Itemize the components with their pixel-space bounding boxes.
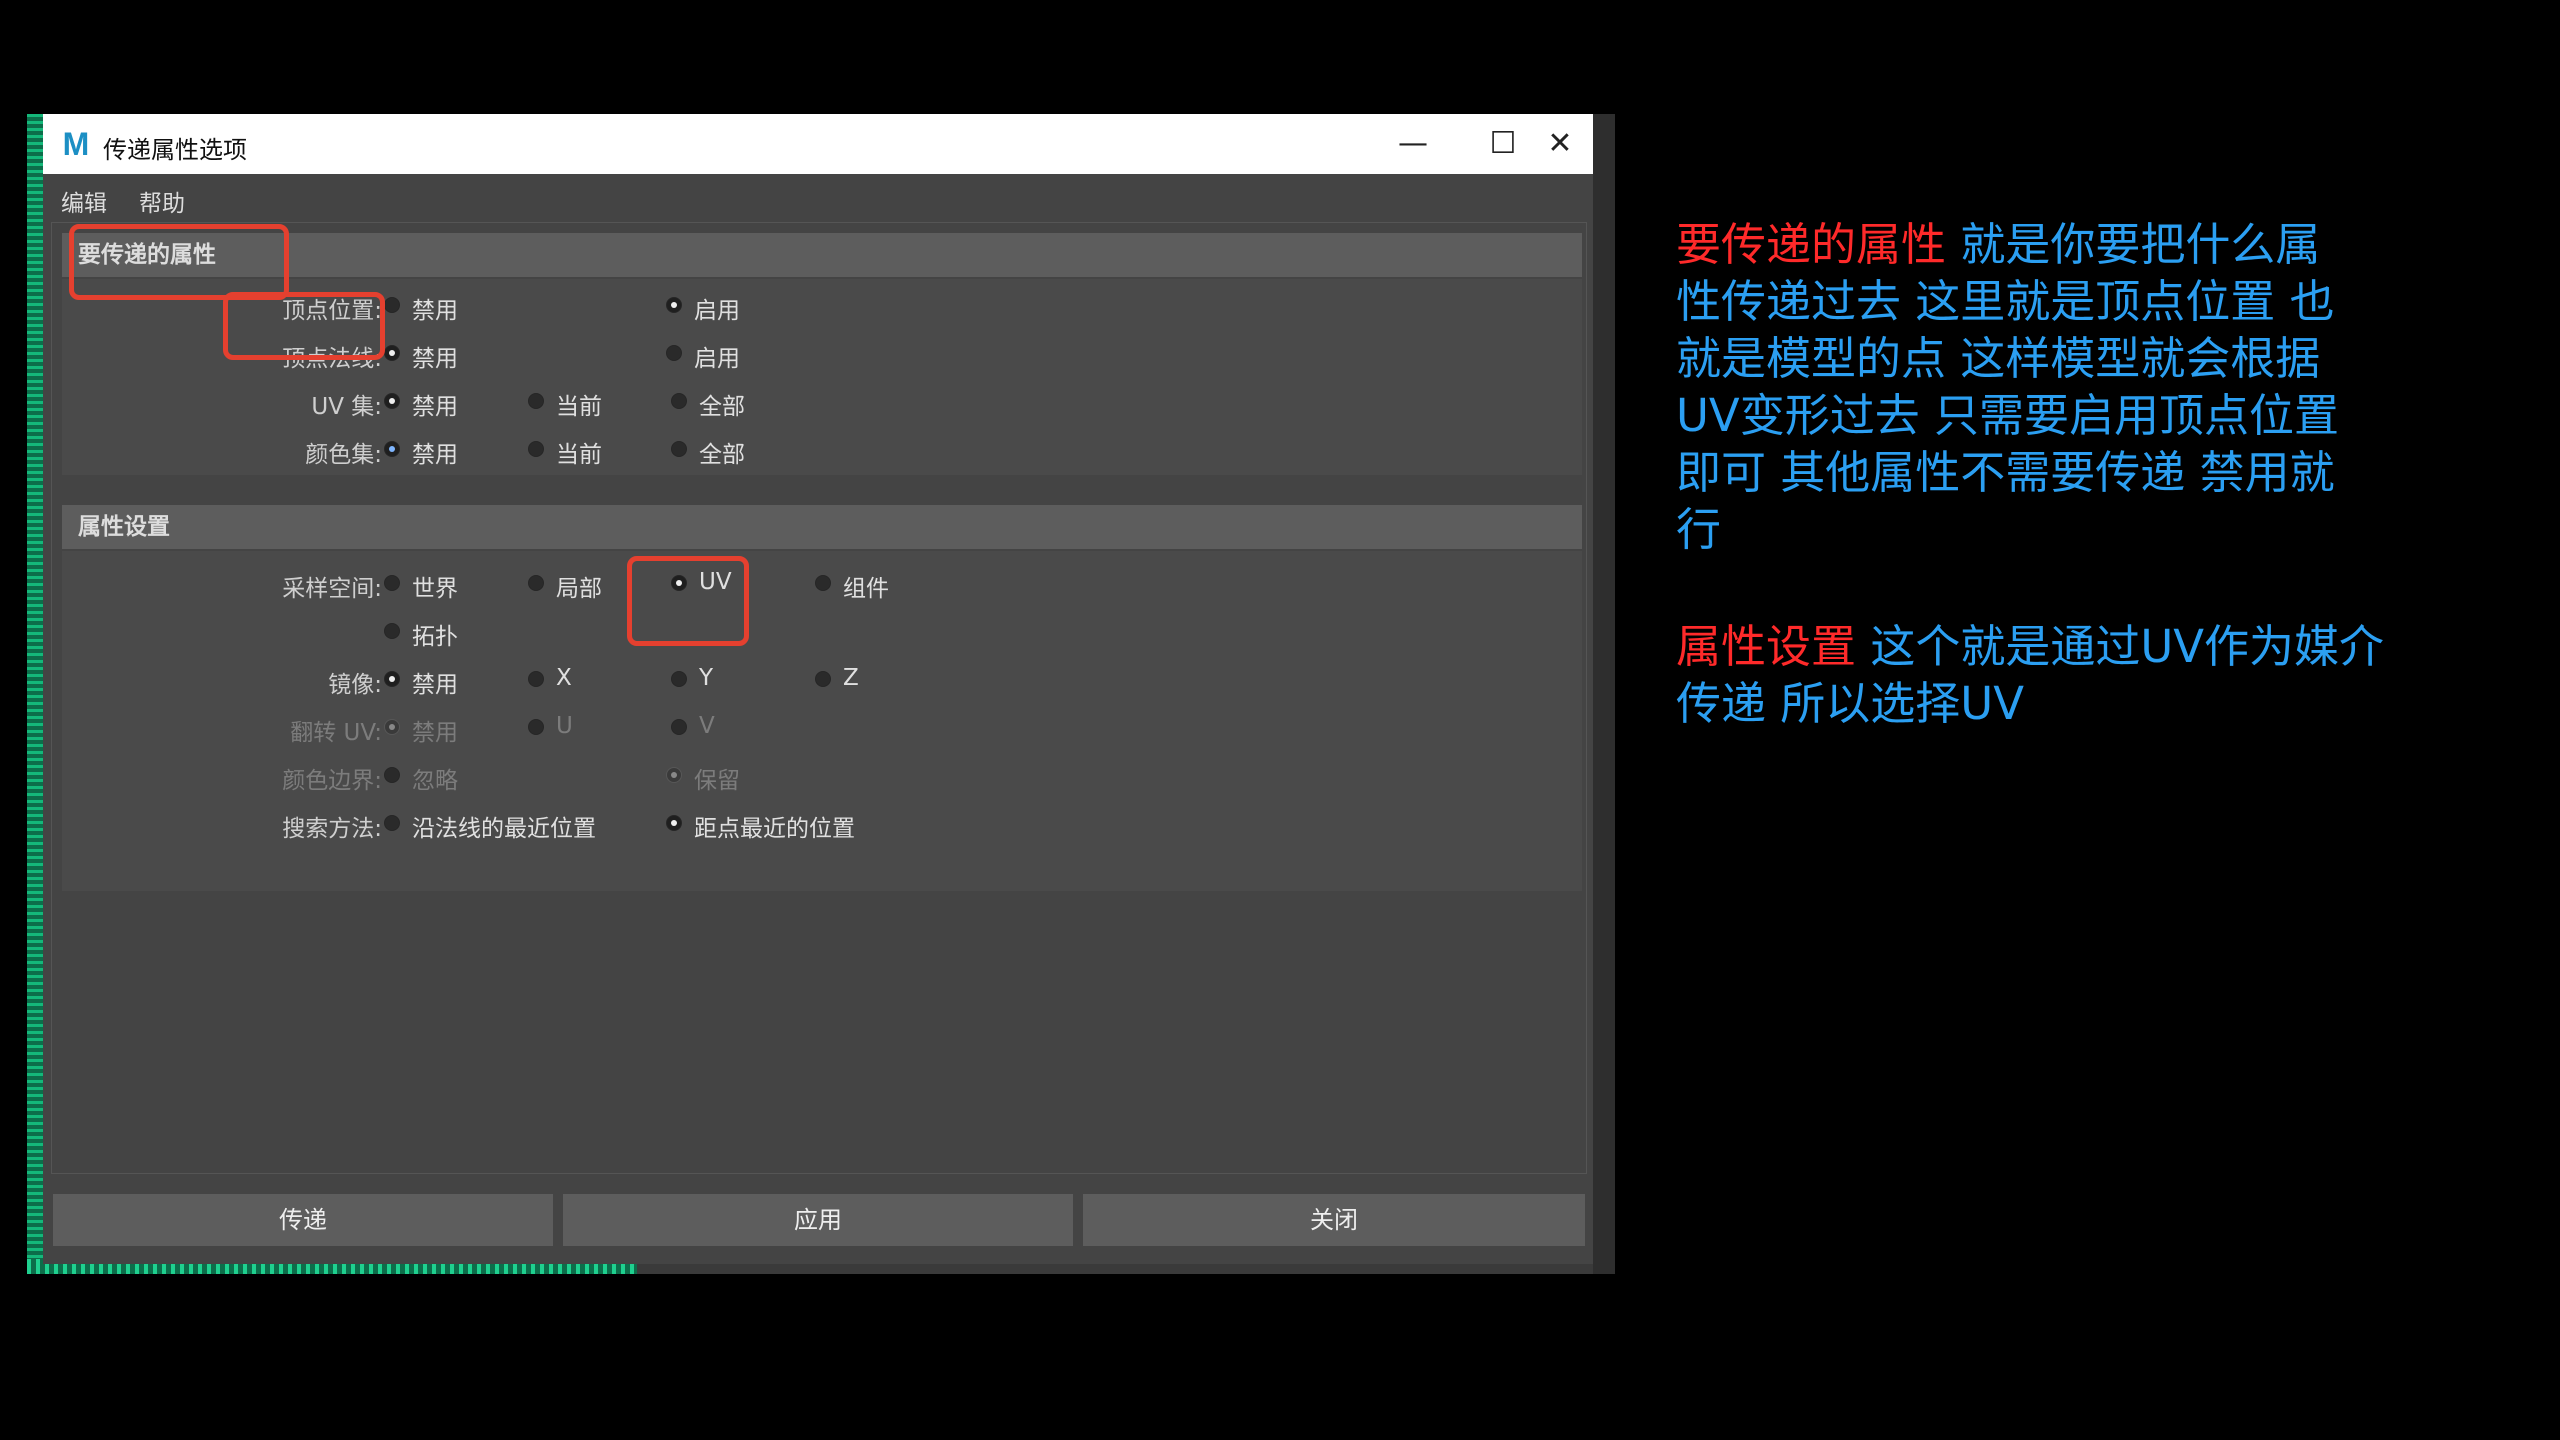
radio-color-sets-all[interactable] [671, 441, 687, 457]
radio-sample-world[interactable] [384, 575, 400, 591]
option-label[interactable]: 启用 [694, 339, 740, 373]
background-panel-right [1593, 114, 1615, 1274]
title-bar[interactable]: M 传递属性选项 — ☐ ✕ [43, 114, 1593, 174]
close-button[interactable]: 关闭 [1083, 1194, 1585, 1246]
annotation-text: 行 [1676, 503, 1722, 556]
radio-search-closest-to-point[interactable] [666, 815, 682, 831]
annotation-text: 这个就是通过UV作为媒介 [1856, 620, 2385, 673]
radio-flip-v [671, 719, 687, 735]
label-color-borders: 颜色边界: [282, 768, 382, 794]
window-title: 传递属性选项 [103, 136, 247, 164]
section-title: 属性设置 [78, 514, 170, 540]
radio-vertex-position-disable[interactable] [384, 297, 400, 313]
label-sample-space: 采样空间: [282, 576, 382, 602]
option-label[interactable]: 距点最近的位置 [694, 809, 855, 843]
annotation-red-term: 属性设置 [1676, 620, 1857, 673]
option-label: 禁用 [412, 720, 458, 746]
radio-mirror-off[interactable] [384, 671, 400, 687]
option-label[interactable]: 拓扑 [412, 617, 458, 651]
option-label[interactable]: 局部 [556, 569, 602, 603]
option-label[interactable]: 世界 [412, 569, 458, 603]
radio-flip-u [528, 719, 544, 735]
option-label[interactable]: 当前 [556, 387, 602, 421]
annotation-transfer: 要传递的属性 就是你要把什么属 性传递过去 这里就是顶点位置 也 就是模型的点 … [1676, 216, 2476, 558]
radio-sample-component[interactable] [815, 575, 831, 591]
annotation-text: 就是模型的点 这样模型就会根据 [1676, 332, 2321, 385]
option-label: U [556, 713, 573, 739]
apply-button[interactable]: 应用 [563, 1194, 1073, 1246]
label-uv-sets: UV 集: [311, 394, 382, 420]
radio-mirror-y[interactable] [671, 671, 687, 687]
option-label[interactable]: 禁用 [412, 387, 458, 421]
menu-help[interactable]: 帮助 [139, 184, 185, 218]
radio-uv-sets-current[interactable] [528, 393, 544, 409]
option-label[interactable]: Y [699, 665, 713, 691]
option-label[interactable]: 禁用 [412, 665, 458, 699]
option-label[interactable]: 全部 [699, 387, 745, 421]
annotation-text: 就是你要把什么属 [1946, 218, 2321, 271]
label-flip-uvs: 翻转 UV: [290, 720, 382, 746]
radio-search-along-normal[interactable] [384, 815, 400, 831]
option-label: 保留 [694, 768, 740, 794]
maya-app-icon: M [62, 126, 90, 162]
annotation-text: UV变形过去 只需要启用顶点位置 [1676, 389, 2340, 442]
radio-vertex-position-enable[interactable] [666, 297, 682, 313]
option-label[interactable]: X [556, 665, 572, 691]
option-label[interactable]: 全部 [699, 435, 745, 469]
options-panel: 要传递的属性 顶点位置: 禁用 启用 顶点法线: 禁用 启用 UV 集: 禁用 [51, 222, 1587, 1174]
annotation-red-term: 要传递的属性 [1676, 218, 1947, 271]
label-color-sets: 颜色集: [305, 442, 382, 468]
label-mirroring: 镜像: [328, 672, 382, 698]
radio-vertex-normal-disable[interactable] [384, 345, 400, 361]
annotation-text: 即可 其他属性不需要传递 禁用就 [1676, 446, 2335, 499]
radio-sample-topology[interactable] [384, 623, 400, 639]
radio-color-border-preserve [666, 767, 682, 783]
highlight-box-vertex-position [223, 292, 385, 360]
annotation-text: 性传递过去 这里就是顶点位置 也 [1676, 275, 2335, 328]
transfer-button[interactable]: 传递 [53, 1194, 553, 1246]
option-label[interactable]: 启用 [694, 291, 740, 325]
radio-uv-sets-disable[interactable] [384, 393, 400, 409]
radio-flip-off [384, 719, 400, 735]
highlight-box-transfer-header [69, 224, 289, 300]
radio-sample-local[interactable] [528, 575, 544, 591]
option-label[interactable]: 禁用 [412, 291, 458, 325]
option-label[interactable]: 组件 [843, 569, 889, 603]
section-header-transfer[interactable]: 要传递的属性 [62, 233, 1582, 277]
annotation-text: 传递 所以选择UV [1676, 677, 2025, 730]
radio-mirror-x[interactable] [528, 671, 544, 687]
minimize-button[interactable]: — [1383, 122, 1443, 166]
radio-color-border-ignore [384, 767, 400, 783]
option-label[interactable]: Z [843, 665, 859, 691]
close-window-button[interactable]: ✕ [1535, 122, 1585, 166]
highlight-box-uv-option [627, 556, 749, 646]
option-label: V [699, 713, 715, 739]
option-label[interactable]: 当前 [556, 435, 602, 469]
option-label: 忽略 [412, 768, 458, 794]
radio-uv-sets-all[interactable] [671, 393, 687, 409]
option-label[interactable]: 禁用 [412, 435, 458, 469]
menu-edit[interactable]: 编辑 [61, 184, 107, 218]
menu-bar [43, 174, 1593, 216]
annotation-settings: 属性设置 这个就是通过UV作为媒介 传递 所以选择UV [1676, 618, 2476, 732]
radio-color-sets-current[interactable] [528, 441, 544, 457]
radio-color-sets-disable[interactable] [384, 441, 400, 457]
label-search-method: 搜索方法: [282, 816, 382, 842]
section-header-settings[interactable]: 属性设置 [62, 505, 1582, 549]
section-body-settings: 采样空间: 世界 局部 U V 组件 拓扑 镜像: 禁用 X Y Z 翻转 UV:… [62, 551, 1582, 891]
radio-mirror-z[interactable] [815, 671, 831, 687]
option-label[interactable]: 沿法线的最近位置 [412, 809, 596, 843]
option-label[interactable]: 禁用 [412, 339, 458, 373]
maximize-button[interactable]: ☐ [1473, 122, 1533, 166]
radio-vertex-normal-enable[interactable] [666, 345, 682, 361]
